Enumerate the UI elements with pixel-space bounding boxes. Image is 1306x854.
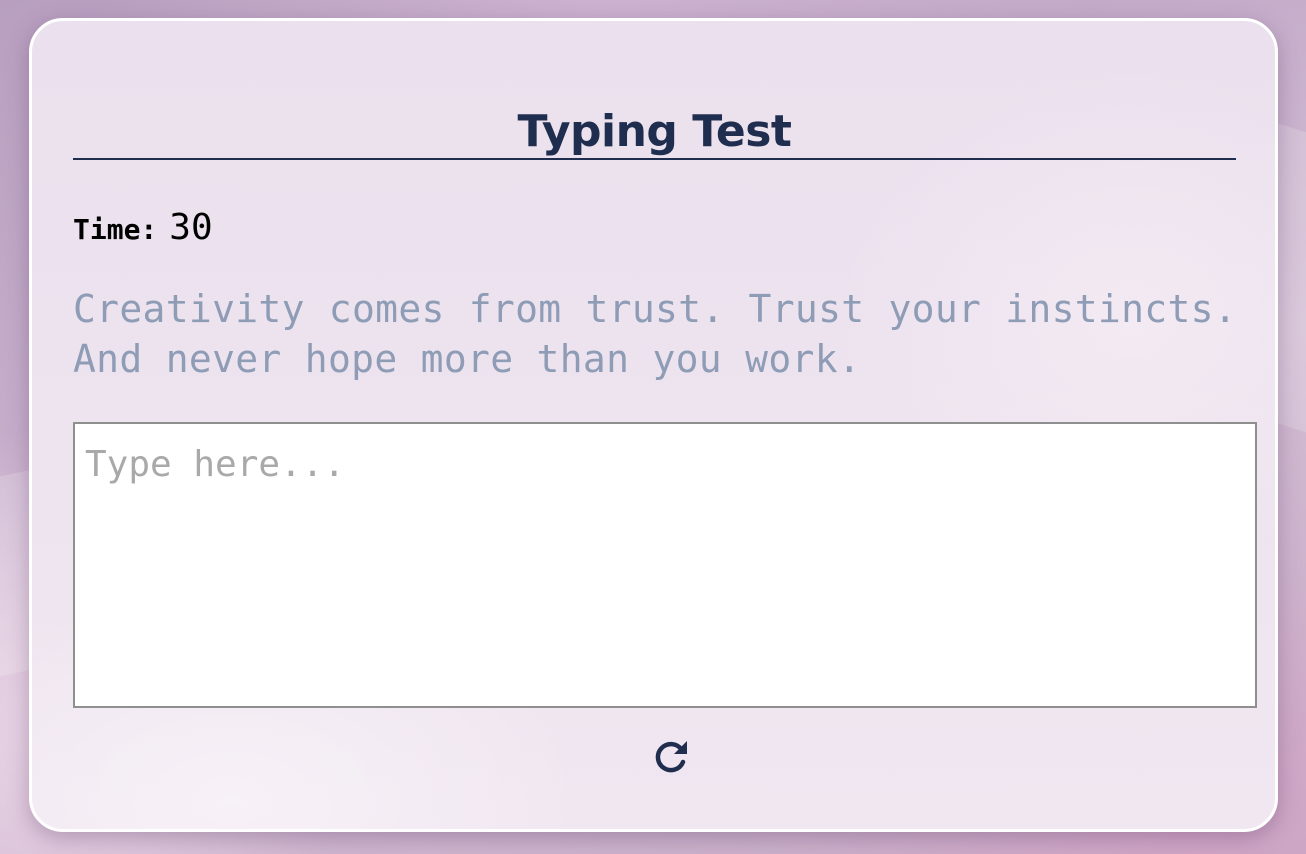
timer-value: 30 [169,207,213,248]
typing-input[interactable] [73,422,1257,708]
rotate-right-icon [655,741,687,773]
page-title: Typing Test [517,106,792,157]
title-divider [73,158,1236,160]
timer-label: Time: [73,213,158,246]
restart-button[interactable] [649,735,693,779]
quote-text: Creativity comes from trust. Trust your … [73,287,1237,381]
typing-test-card: Typing Test Time: 30 Creativity comes fro… [29,18,1278,832]
timer: Time: 30 [73,207,213,248]
